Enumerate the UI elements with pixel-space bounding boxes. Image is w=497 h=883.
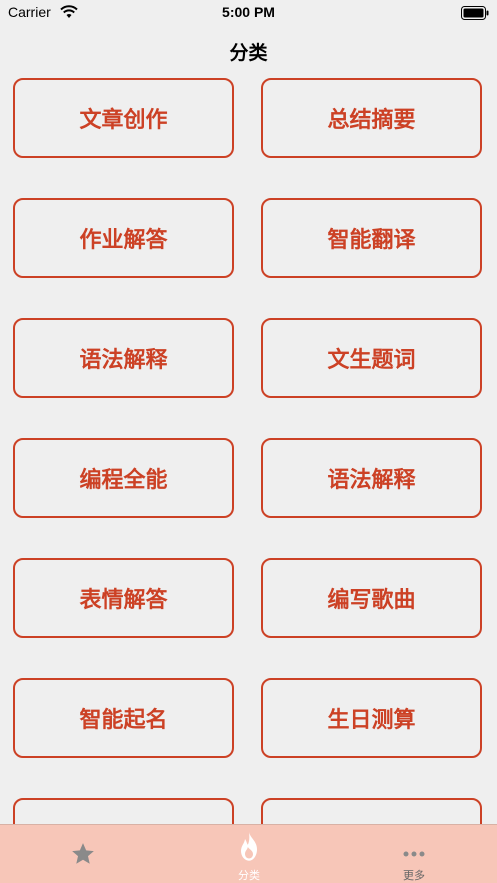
category-button[interactable]: 文生题词 bbox=[261, 318, 482, 398]
tab-categories[interactable]: 分类 bbox=[166, 825, 332, 883]
screen: Carrier 5:00 PM 分类 文章创作 总结摘要 作业解答 智能翻译 语… bbox=[0, 0, 497, 883]
category-button[interactable]: 表情解答 bbox=[13, 558, 234, 638]
star-icon bbox=[70, 841, 96, 871]
category-button[interactable]: 语法解释 bbox=[13, 318, 234, 398]
tab-favorites[interactable] bbox=[0, 825, 166, 883]
category-grid: 文章创作 总结摘要 作业解答 智能翻译 语法解释 文生题词 编程全能 语法解释 … bbox=[0, 0, 497, 878]
category-button[interactable]: 生日测算 bbox=[261, 678, 482, 758]
category-button[interactable]: 文章创作 bbox=[13, 78, 234, 158]
category-button[interactable]: 语法解释 bbox=[261, 438, 482, 518]
category-button[interactable]: 编写歌曲 bbox=[261, 558, 482, 638]
category-button[interactable]: 作业解答 bbox=[13, 198, 234, 278]
more-dots-icon bbox=[402, 843, 426, 862]
tab-more[interactable]: 更多 bbox=[331, 825, 497, 883]
category-button[interactable]: 智能起名 bbox=[13, 678, 234, 758]
category-button[interactable]: 智能翻译 bbox=[261, 198, 482, 278]
tab-label: 更多 bbox=[403, 869, 425, 882]
tab-bar: 分类 更多 bbox=[0, 824, 497, 883]
category-button[interactable]: 编程全能 bbox=[13, 438, 234, 518]
category-button[interactable]: 总结摘要 bbox=[261, 78, 482, 158]
flame-icon bbox=[235, 831, 263, 867]
tab-label: 分类 bbox=[238, 869, 260, 882]
